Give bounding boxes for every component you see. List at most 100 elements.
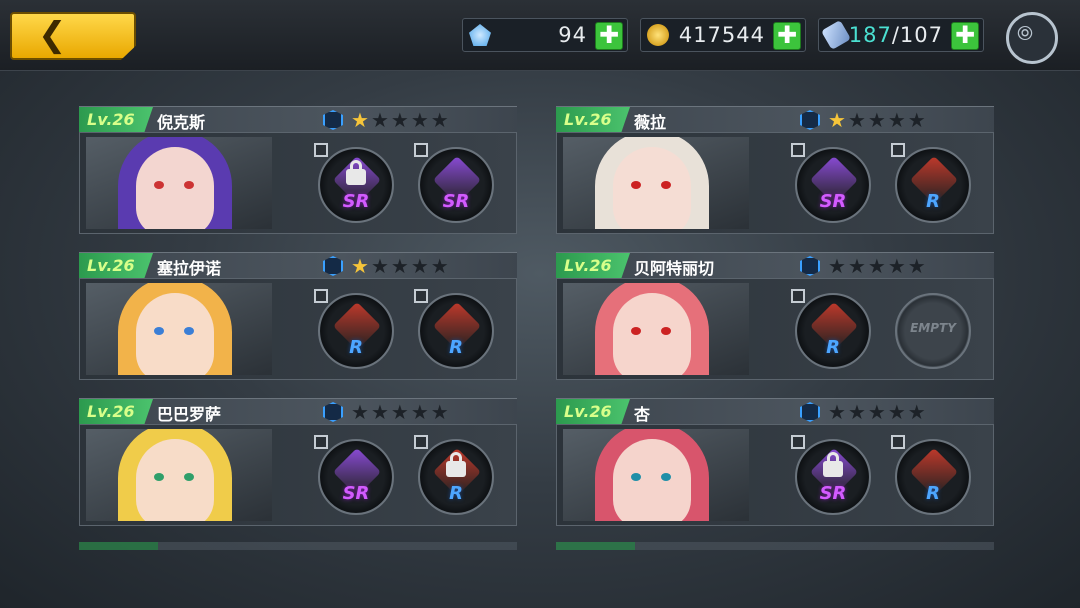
back-button[interactable]: ❮ <box>10 12 136 60</box>
character-card[interactable]: Lv.26 倪克斯 ★★★★★ SR SR <box>79 106 517 234</box>
slot-tag-icon <box>414 435 428 449</box>
character-card[interactable]: Lv.26 杏 ★★★★★ SR R <box>556 398 994 526</box>
portrait-eye <box>184 473 194 481</box>
star-icon: ★ <box>887 400 908 424</box>
coin-value: 417544 <box>678 23 765 47</box>
wifi-ring-icon: ⦾ <box>1017 21 1033 45</box>
rank-hexagon-icon <box>323 402 343 422</box>
equipment-slot[interactable]: SR <box>314 143 394 223</box>
equipment-slot-empty[interactable]: EMPTY <box>895 293 971 369</box>
star-icon: ★ <box>867 254 888 278</box>
character-name: 杏 <box>634 405 651 424</box>
star-rating: ★★★★★ <box>828 254 928 278</box>
portrait-face <box>136 147 214 229</box>
star-icon: ★ <box>828 254 848 278</box>
rarity-label: R <box>926 483 940 504</box>
rank-hexagon-icon <box>323 110 343 130</box>
star-icon: ★ <box>390 400 411 424</box>
portrait-eye <box>631 181 641 189</box>
equipment-slot[interactable]: SR <box>791 143 871 223</box>
top-bar: ❮ 94 ✚ 417544 ✚ 187/107 ✚ ⦾ <box>0 0 1080 71</box>
stamina-counter: 187/107 ✚ <box>818 18 984 52</box>
rank-hexagon-icon <box>800 256 820 276</box>
star-icon: ★ <box>410 254 431 278</box>
portrait-eye <box>661 327 671 335</box>
slot-tag-icon <box>791 289 805 303</box>
equipment-slot[interactable]: SR <box>414 143 494 223</box>
character-portrait[interactable] <box>563 137 749 229</box>
empty-label: EMPTY <box>910 321 956 335</box>
slot-tag-icon <box>791 143 805 157</box>
level-badge: Lv.26 <box>556 399 630 425</box>
portrait-face <box>136 439 214 521</box>
next-card-peek-left <box>79 542 517 550</box>
character-card[interactable]: Lv.26 塞拉伊诺 ★★★★★ R R <box>79 252 517 380</box>
star-icon: ★ <box>847 254 868 278</box>
rank-hexagon-icon <box>800 110 820 130</box>
character-card[interactable]: Lv.26 巴巴罗萨 ★★★★★ SR R <box>79 398 517 526</box>
add-stamina-button[interactable]: ✚ <box>951 22 979 50</box>
star-icon: ★ <box>410 108 431 132</box>
equipment-slot[interactable]: SR <box>314 435 394 515</box>
network-button[interactable]: ⦾ <box>1006 12 1058 64</box>
equipment-slot[interactable]: R <box>314 289 394 369</box>
rarity-label: SR <box>819 191 847 212</box>
portrait-eye <box>154 181 164 189</box>
stamina-max: /107 <box>891 23 943 47</box>
equipment-slot[interactable]: R <box>891 143 971 223</box>
card-header: Lv.26 贝阿特丽切 ★★★★★ <box>556 252 994 279</box>
stamina-current: 187 <box>848 23 892 47</box>
portrait-eye <box>631 473 641 481</box>
portrait-eye <box>184 181 194 189</box>
star-icon: ★ <box>887 108 908 132</box>
add-coins-button[interactable]: ✚ <box>773 22 801 50</box>
character-portrait[interactable] <box>86 283 272 375</box>
rank-hexagon-icon <box>323 256 343 276</box>
star-rating: ★★★★★ <box>828 400 928 424</box>
portrait-eye <box>661 181 671 189</box>
rarity-label: R <box>449 483 463 504</box>
star-icon: ★ <box>887 254 908 278</box>
level-badge: Lv.26 <box>79 253 153 279</box>
rarity-label: SR <box>819 483 847 504</box>
equipment-slot[interactable]: R <box>891 435 971 515</box>
card-header: Lv.26 杏 ★★★★★ <box>556 398 994 425</box>
card-header: Lv.26 巴巴罗萨 ★★★★★ <box>79 398 517 425</box>
character-portrait[interactable] <box>563 429 749 521</box>
gem-icon <box>469 24 491 46</box>
add-gems-button[interactable]: ✚ <box>595 22 623 50</box>
equipment-slot[interactable]: R <box>791 289 871 369</box>
character-portrait[interactable] <box>563 283 749 375</box>
card-body: SR R <box>556 132 994 234</box>
slot-tag-icon <box>891 435 905 449</box>
equipment-slot[interactable]: SR <box>791 435 871 515</box>
slot-tag-icon <box>891 143 905 157</box>
lock-icon <box>346 160 366 185</box>
level-badge: Lv.26 <box>556 107 630 133</box>
portrait-eye <box>154 473 164 481</box>
next-card-peek-right <box>556 542 994 550</box>
character-portrait[interactable] <box>86 429 272 521</box>
star-icon: ★ <box>370 400 391 424</box>
star-icon: ★ <box>907 400 928 424</box>
star-icon: ★ <box>430 108 451 132</box>
rarity-label: R <box>826 337 840 358</box>
portrait-face <box>136 293 214 375</box>
lock-icon <box>446 452 466 477</box>
card-header: Lv.26 薇拉 ★★★★★ <box>556 106 994 133</box>
level-badge: Lv.26 <box>556 253 630 279</box>
star-icon: ★ <box>907 108 928 132</box>
slot-tag-icon <box>414 289 428 303</box>
character-name: 巴巴罗萨 <box>157 405 222 424</box>
rank-hexagon-icon <box>800 402 820 422</box>
card-body: SR R <box>556 424 994 526</box>
character-card[interactable]: Lv.26 薇拉 ★★★★★ SR R <box>556 106 994 234</box>
character-portrait[interactable] <box>86 137 272 229</box>
character-name: 薇拉 <box>634 113 667 132</box>
star-icon: ★ <box>390 108 411 132</box>
equipment-slot[interactable]: R <box>414 435 494 515</box>
character-name: 贝阿特丽切 <box>634 259 715 278</box>
equipment-slot[interactable]: R <box>414 289 494 369</box>
star-rating: ★★★★★ <box>828 108 928 132</box>
character-card[interactable]: Lv.26 贝阿特丽切 ★★★★★ R EMPTY <box>556 252 994 380</box>
